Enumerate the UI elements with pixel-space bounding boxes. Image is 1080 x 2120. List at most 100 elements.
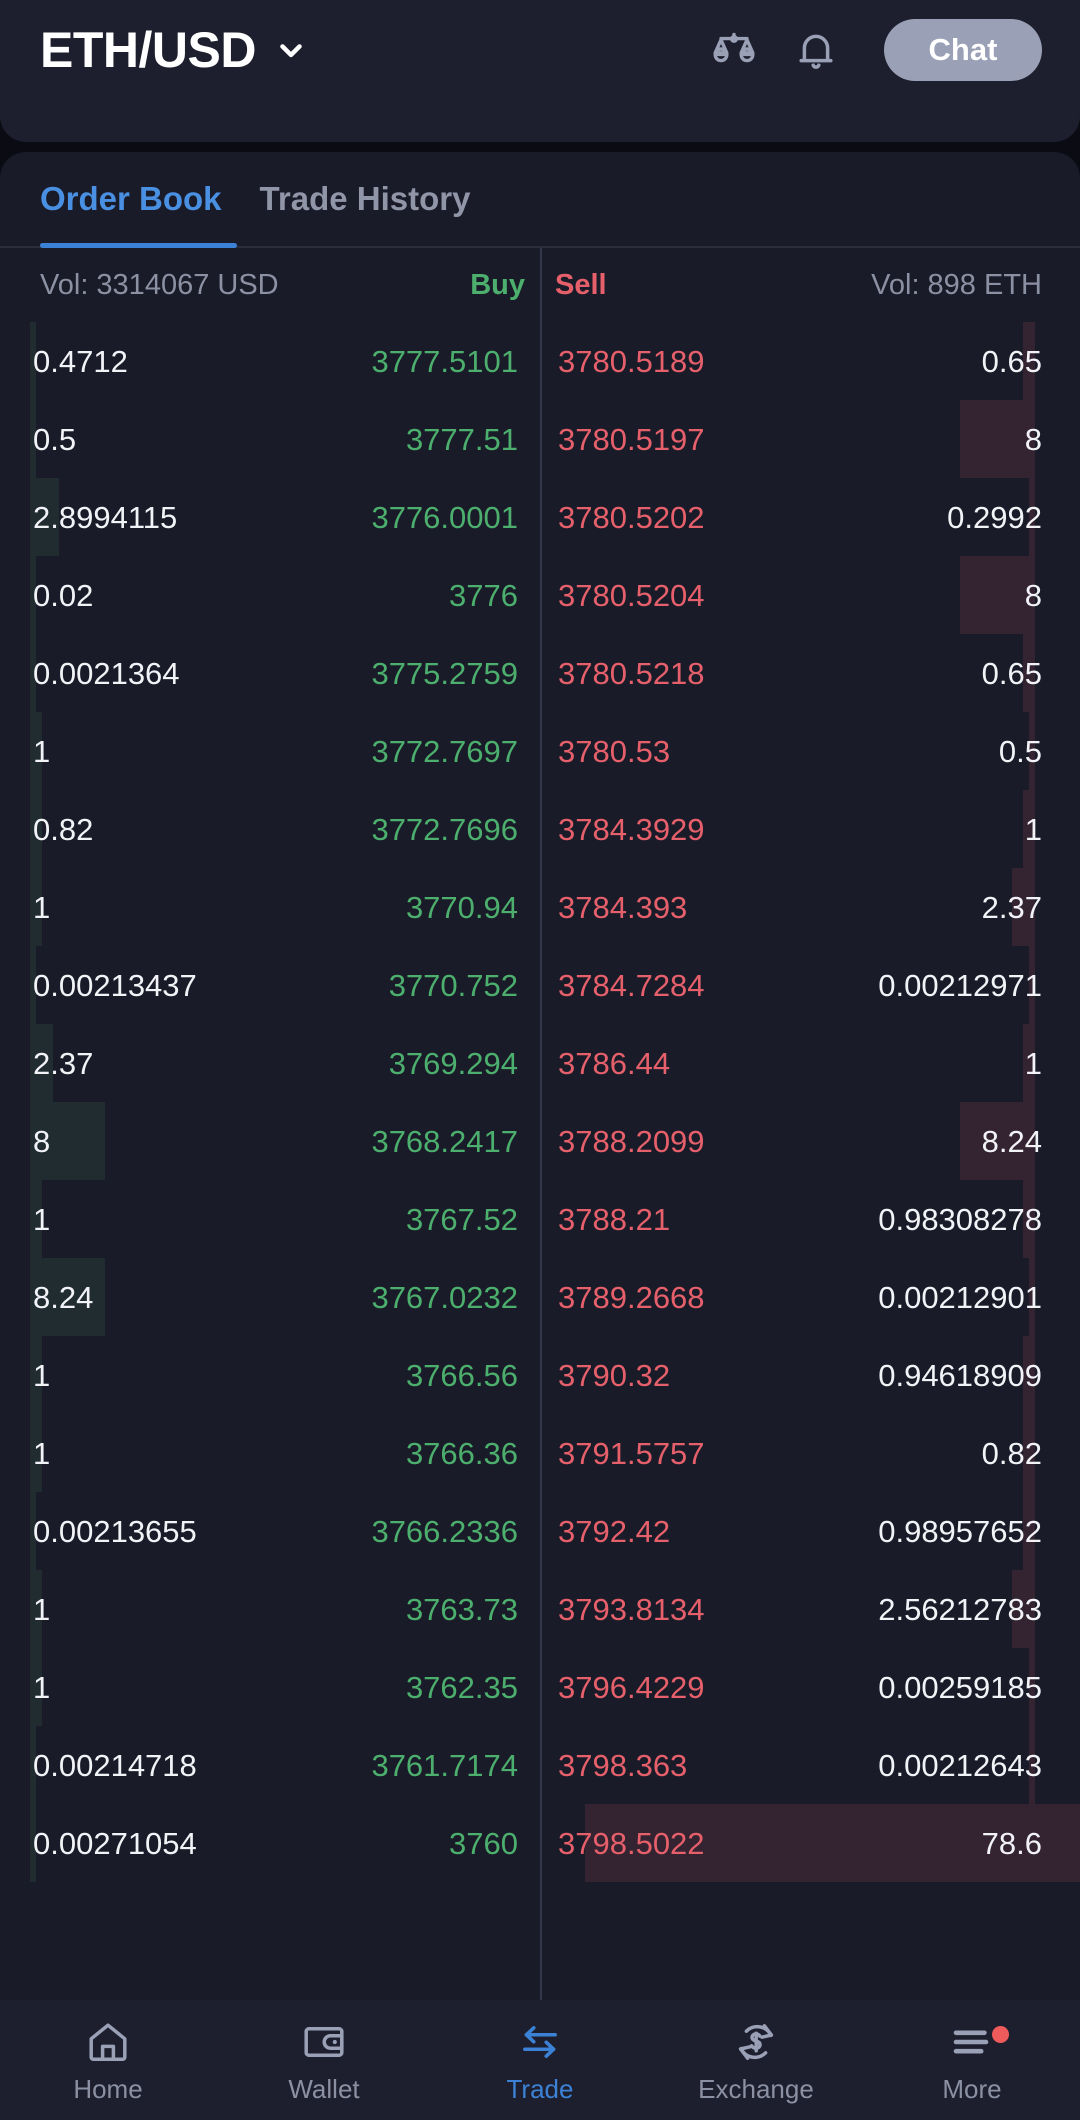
ask-price: 3792.42: [558, 1513, 671, 1549]
bid-amount: 0.4712: [33, 343, 128, 379]
ask-cell-group[interactable]: 3798.363 0.00212643: [540, 1726, 1080, 1804]
bid-cell-group[interactable]: 8.24 3767.0232: [0, 1258, 540, 1336]
bid-cell-group[interactable]: 1 3767.52: [0, 1180, 540, 1258]
ask-cell-group[interactable]: 3788.21 0.98308278: [540, 1180, 1080, 1258]
chat-button[interactable]: Chat: [884, 19, 1042, 81]
pair-selector[interactable]: ETH/USD: [40, 25, 308, 75]
ask-price: 3780.5189: [558, 343, 705, 379]
ask-cell-group[interactable]: 3780.5204 8: [540, 556, 1080, 634]
nav-item-exchange[interactable]: Exchange: [648, 2000, 864, 2120]
ask-price: 3786.44: [558, 1045, 671, 1081]
ask-volume-label: Vol: 898 ETH: [871, 268, 1042, 301]
bell-icon[interactable]: [792, 26, 840, 74]
ask-cell-group[interactable]: 3792.42 0.98957652: [540, 1492, 1080, 1570]
app-header: ETH/USD Chat: [0, 0, 1080, 142]
bid-price: 3776.0001: [371, 499, 518, 535]
bid-price: 3772.7696: [371, 811, 518, 847]
bid-price: 3767.52: [405, 1201, 518, 1237]
bid-cell-group[interactable]: 0.00271054 3760: [0, 1804, 540, 1882]
bid-cell-group[interactable]: 1 3766.56: [0, 1336, 540, 1414]
home-icon[interactable]: [84, 2018, 132, 2066]
bid-cell-group[interactable]: 0.0021364 3775.2759: [0, 634, 540, 712]
ask-cell-group[interactable]: 3793.8134 2.56212783: [540, 1570, 1080, 1648]
tab-order-book[interactable]: Order Book: [40, 182, 222, 219]
bid-ask-divider: [540, 248, 542, 2000]
ask-price: 3790.32: [558, 1357, 671, 1393]
bid-cell-group[interactable]: 0.02 3776: [0, 556, 540, 634]
trade-icon[interactable]: [516, 2018, 564, 2066]
app-root: ETH/USD Chat Order Book Trade History Vo…: [0, 0, 1080, 2120]
ask-cell-group[interactable]: 3790.32 0.94618909: [540, 1336, 1080, 1414]
ask-cell-group[interactable]: 3780.5197 8: [540, 400, 1080, 478]
menu-icon[interactable]: [948, 2018, 996, 2066]
ask-price: 3796.4229: [558, 1669, 705, 1705]
tab-trade-history[interactable]: Trade History: [260, 182, 471, 219]
bid-amount: 1: [33, 733, 51, 769]
nav-item-trade[interactable]: Trade: [432, 2000, 648, 2120]
bid-cell-group[interactable]: 0.82 3772.7696: [0, 790, 540, 868]
ask-cell-group[interactable]: 3780.53 0.5: [540, 712, 1080, 790]
bid-amount: 1: [33, 1591, 51, 1627]
ask-price: 3780.5202: [558, 499, 705, 535]
bid-cell-group[interactable]: 0.00213437 3770.752: [0, 946, 540, 1024]
orderbook-panel: Order Book Trade History Vol: 3314067 US…: [0, 152, 1080, 2000]
bid-cell-group[interactable]: 0.00214718 3761.7174: [0, 1726, 540, 1804]
scales-icon[interactable]: [710, 26, 758, 74]
bid-cell-group[interactable]: 1 3763.73: [0, 1570, 540, 1648]
ask-cell-group[interactable]: 3789.2668 0.00212901: [540, 1258, 1080, 1336]
ask-amount: 2.56212783: [878, 1591, 1042, 1627]
ask-cell-group[interactable]: 3780.5218 0.65: [540, 634, 1080, 712]
bid-price: 3766.2336: [371, 1513, 518, 1549]
bid-cell-group[interactable]: 2.37 3769.294: [0, 1024, 540, 1102]
bid-cell-group[interactable]: 8 3768.2417: [0, 1102, 540, 1180]
bid-cell-group[interactable]: 2.8994115 3776.0001: [0, 478, 540, 556]
bid-cell-group[interactable]: 1 3772.7697: [0, 712, 540, 790]
nav-item-more[interactable]: More: [864, 2000, 1080, 2120]
ask-cell-group[interactable]: 3784.3929 1: [540, 790, 1080, 868]
nav-item-wallet[interactable]: Wallet: [216, 2000, 432, 2120]
bid-cell-group[interactable]: 1 3762.35: [0, 1648, 540, 1726]
ask-price: 3798.363: [558, 1747, 688, 1783]
bid-price: 3770.752: [388, 967, 518, 1003]
ask-cell-group[interactable]: 3788.2099 8.24: [540, 1102, 1080, 1180]
ask-amount: 8.24: [981, 1123, 1042, 1159]
bid-cell-group[interactable]: 0.5 3777.51: [0, 400, 540, 478]
ask-cell-group[interactable]: 3784.393 2.37: [540, 868, 1080, 946]
ask-amount: 1: [1024, 811, 1042, 847]
bid-amount: 1: [33, 889, 51, 925]
ask-cell-group[interactable]: 3796.4229 0.00259185: [540, 1648, 1080, 1726]
bid-price: 3776: [449, 577, 518, 613]
bid-price: 3763.73: [405, 1591, 518, 1627]
bid-amount: 0.02: [33, 577, 94, 613]
ask-amount: 1: [1024, 1045, 1042, 1081]
bid-cell-group[interactable]: 1 3766.36: [0, 1414, 540, 1492]
ask-amount: 0.94618909: [878, 1357, 1042, 1393]
bid-cell-group[interactable]: 0.4712 3777.5101: [0, 322, 540, 400]
bid-amount: 2.8994115: [33, 499, 178, 535]
ask-cell-group[interactable]: 3798.5022 78.6: [540, 1804, 1080, 1882]
ask-price: 3780.5197: [558, 421, 705, 457]
nav-label: Wallet: [288, 2074, 360, 2104]
chevron-down-icon[interactable]: [274, 33, 308, 67]
ask-cell-group[interactable]: 3784.7284 0.00212971: [540, 946, 1080, 1024]
ask-amount: 8: [1024, 577, 1042, 613]
ask-cell-group[interactable]: 3780.5189 0.65: [540, 322, 1080, 400]
ask-cell-group[interactable]: 3791.5757 0.82: [540, 1414, 1080, 1492]
bid-amount: 1: [33, 1357, 51, 1393]
ask-amount: 0.00212971: [878, 967, 1042, 1003]
wallet-icon[interactable]: [300, 2018, 348, 2066]
bid-price: 3767.0232: [371, 1279, 518, 1315]
bid-cell-group[interactable]: 0.00213655 3766.2336: [0, 1492, 540, 1570]
ask-cell-group[interactable]: 3780.5202 0.2992: [540, 478, 1080, 556]
bid-cell-group[interactable]: 1 3770.94: [0, 868, 540, 946]
ask-price: 3780.53: [558, 733, 671, 769]
bid-price: 3766.36: [405, 1435, 518, 1471]
bid-amount: 8: [33, 1123, 51, 1159]
ask-price: 3780.5218: [558, 655, 705, 691]
tab-bar: Order Book Trade History: [0, 152, 1080, 248]
exchange-icon[interactable]: [732, 2018, 780, 2066]
ask-price: 3798.5022: [558, 1825, 705, 1861]
ask-cell-group[interactable]: 3786.44 1: [540, 1024, 1080, 1102]
bid-amount: 1: [33, 1201, 51, 1237]
nav-item-home[interactable]: Home: [0, 2000, 216, 2120]
